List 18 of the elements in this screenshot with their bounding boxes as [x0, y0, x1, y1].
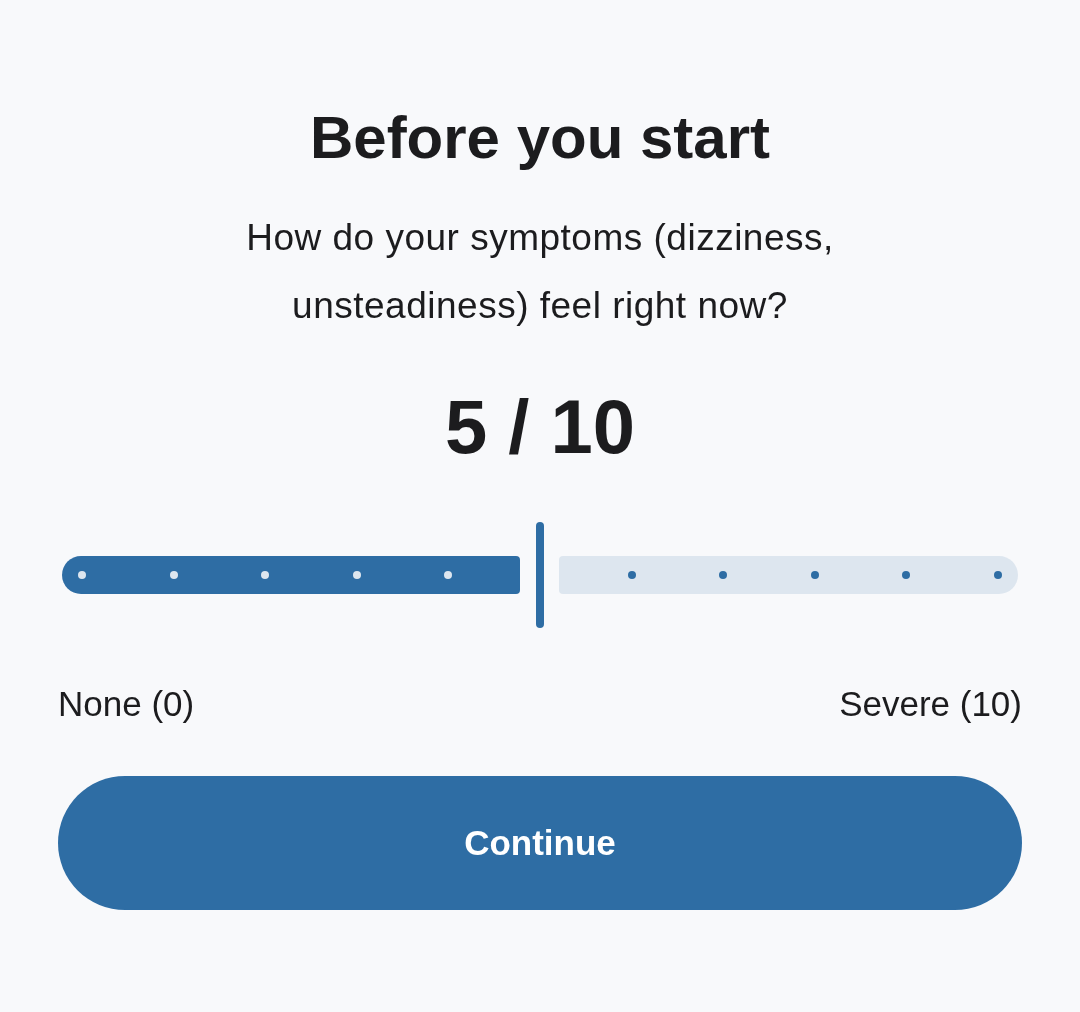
page-title: Before you start	[309, 103, 771, 173]
slider-handle[interactable]	[536, 522, 544, 628]
tick-mark	[902, 571, 911, 579]
tick-mark	[994, 571, 1002, 579]
tick-mark	[719, 571, 728, 579]
scale-max-label: Severe (10)	[839, 683, 1022, 725]
slider-value: 5 / 10	[444, 383, 636, 471]
tick-mark	[810, 571, 819, 579]
slider[interactable]	[62, 522, 1018, 628]
tick-mark	[352, 571, 361, 579]
question-text: How do your symptoms (dizziness, unsteadiness) feel right now?	[245, 216, 835, 328]
tick-mark	[627, 571, 636, 579]
tick-mark	[78, 571, 86, 579]
tick-mark	[261, 571, 270, 579]
scale-min-label: None (0)	[58, 683, 195, 725]
continue-button[interactable]: Continue	[58, 776, 1022, 910]
tick-mark	[169, 571, 178, 579]
tick-mark	[444, 571, 453, 579]
